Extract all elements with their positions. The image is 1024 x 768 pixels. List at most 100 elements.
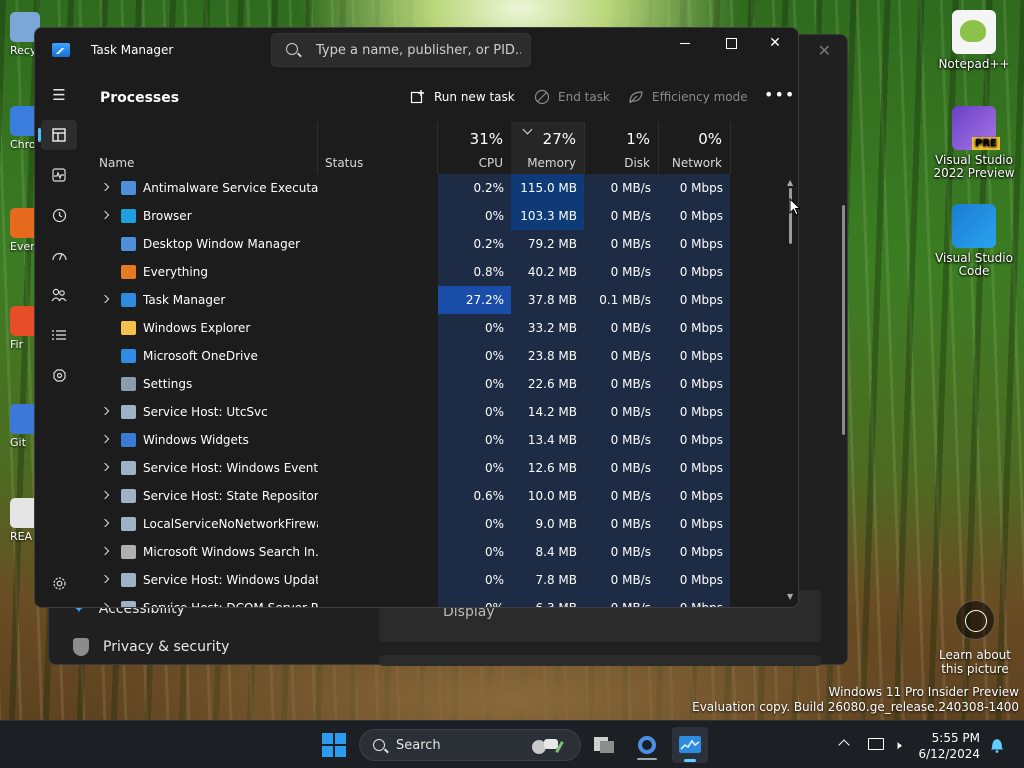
volume-muted-icon: 🕨	[894, 738, 902, 752]
table-row[interactable]: Service Host: UtcSvc 0% 14.2 MB 0 MB/s 0 Mbp…	[83, 398, 783, 426]
efficiency-mode-button[interactable]: Efficiency mode	[628, 89, 748, 105]
scrollbar-thumb[interactable]	[789, 188, 792, 244]
chevron-right-icon[interactable]	[100, 546, 110, 556]
learn-about-label: Learn about this picture	[939, 648, 1011, 676]
disk-value: 0 MB/s	[584, 314, 658, 342]
end-task-icon	[534, 89, 550, 105]
taskbar-search-label: Search	[396, 738, 441, 753]
table-scrollbar[interactable]: ▲ ▼	[787, 178, 793, 601]
chevron-right-icon[interactable]	[100, 182, 110, 192]
more-options-icon[interactable]: •••	[764, 87, 795, 103]
table-row[interactable]: Service Host: Windows Update 0% 7.8 MB 0 MB…	[83, 566, 783, 594]
minimize-button[interactable]	[662, 32, 708, 56]
network-value: 0 Mbps	[658, 230, 730, 258]
table-row[interactable]: Antimalware Service Executable 0.2% 115.0 …	[83, 174, 783, 202]
column-header-status[interactable]: Status	[317, 122, 437, 174]
nav-performance-icon[interactable]	[41, 160, 77, 190]
nav-processes-icon[interactable]	[38, 120, 77, 150]
end-task-button[interactable]: End task	[534, 89, 610, 105]
chevron-right-icon[interactable]	[100, 294, 110, 304]
start-button[interactable]	[322, 733, 346, 757]
table-row[interactable]: Settings 0% 22.6 MB 0 MB/s 0 Mbps	[83, 370, 783, 398]
cpu-value: 0%	[438, 314, 511, 342]
cpu-value: 0%	[438, 426, 511, 454]
close-button[interactable]: ✕	[752, 32, 798, 56]
taskbar-app-settings[interactable]	[629, 727, 665, 763]
nav-users-icon[interactable]	[41, 280, 77, 310]
learn-about-picture[interactable]: Learn about this picture	[930, 600, 1020, 676]
process-icon	[121, 433, 136, 447]
maximize-button[interactable]	[708, 32, 754, 56]
network-value: 0 Mbps	[658, 286, 730, 314]
table-row[interactable]: Windows Widgets 0% 13.4 MB 0 MB/s 0 Mbps	[83, 426, 783, 454]
chevron-right-icon[interactable]	[100, 518, 110, 528]
settings-close-icon[interactable]: ✕	[818, 41, 831, 60]
taskbar-app-task-view[interactable]	[586, 727, 622, 763]
table-row[interactable]: Browser 0% 103.3 MB 0 MB/s 0 Mbps	[83, 202, 783, 230]
desktop-icon-notepadpp[interactable]: Notepad++	[932, 10, 1016, 71]
search-input[interactable]	[316, 34, 521, 66]
clock-date: 6/12/2024	[918, 747, 980, 761]
chevron-right-icon[interactable]	[100, 602, 110, 607]
title-bar[interactable]: Task Manager ✕	[35, 28, 798, 74]
notepadpp-icon	[952, 10, 996, 54]
memory-total-percent: 27%	[542, 130, 576, 148]
table-row[interactable]: Everything 0.8% 40.2 MB 0 MB/s 0 Mbps	[83, 258, 783, 286]
process-icon	[121, 181, 136, 195]
nav-app-history-icon[interactable]	[41, 200, 77, 230]
column-divider[interactable]	[730, 122, 731, 174]
cpu-value: 0.2%	[438, 230, 511, 258]
chevron-right-icon[interactable]	[100, 490, 110, 500]
table-row[interactable]: Desktop Window Manager 0.2% 79.2 MB 0 MB/s 0…	[83, 230, 783, 258]
chevron-right-icon[interactable]	[100, 574, 110, 584]
efficiency-mode-label: Efficiency mode	[652, 90, 748, 104]
column-header-name[interactable]: Name	[91, 122, 317, 174]
table-row[interactable]: Service Host: DCOM Server Pr...0%6.3 MB0…	[83, 594, 783, 607]
nav-services-icon[interactable]	[41, 360, 77, 390]
run-new-task-button[interactable]: Run new task	[410, 89, 515, 105]
process-name: Microsoft OneDrive	[143, 349, 258, 363]
table-row[interactable]: Windows Explorer 0% 33.2 MB 0 MB/s 0 Mbps	[83, 314, 783, 342]
camera-icon	[955, 600, 995, 640]
settings-gear-icon[interactable]	[41, 568, 77, 598]
chevron-right-icon[interactable]	[100, 210, 110, 220]
disk-value: 0 MB/s	[584, 482, 658, 510]
network-value: 0 Mbps	[658, 510, 730, 538]
column-header-network[interactable]: 0% Network	[658, 122, 730, 174]
process-name: Task Manager	[143, 293, 226, 307]
system-clock[interactable]: 5:55 PM 6/12/2024	[918, 730, 980, 762]
taskbar-app-task-manager[interactable]	[672, 727, 708, 763]
desktop-icon-vscode[interactable]: Visual Studio Code	[932, 204, 1016, 278]
table-row[interactable]: Service Host: State Repository ... 0.6%10…	[83, 482, 783, 510]
search-highlight-icon	[530, 737, 570, 755]
desktop-icon-visual-studio-2022-preview[interactable]: PRE Visual Studio 2022 Preview	[932, 106, 1016, 180]
column-header-cpu[interactable]: 31% CPU	[438, 122, 511, 174]
table-row[interactable]: Service Host: Windows Event ... 0% 12.6 MB…	[83, 454, 783, 482]
settings-nav-privacy-security[interactable]: Privacy & security	[73, 638, 229, 656]
cpu-value: 0.8%	[438, 258, 511, 286]
table-row[interactable]: LocalServiceNoNetworkFirewa... 0% 9.0 MB 0 …	[83, 510, 783, 538]
nav-startup-apps-icon[interactable]	[41, 240, 77, 270]
taskbar-search[interactable]: Search	[359, 729, 581, 761]
chevron-right-icon[interactable]	[100, 462, 110, 472]
nav-details-icon[interactable]	[41, 320, 77, 350]
chevron-right-icon[interactable]	[100, 406, 110, 416]
scroll-up-icon[interactable]: ▲	[787, 178, 793, 187]
settings-scrollbar[interactable]	[842, 205, 845, 435]
process-icon	[121, 209, 136, 223]
windows-logo-icon	[322, 733, 333, 744]
cpu-value: 0%	[438, 538, 511, 566]
desktop-icon-label: Notepad++	[938, 57, 1010, 71]
search-box[interactable]	[271, 33, 531, 67]
task-manager-window: Task Manager ✕ ☰	[34, 27, 799, 608]
column-header-memory[interactable]: 27% Memory	[511, 122, 584, 174]
chevron-right-icon[interactable]	[100, 434, 110, 444]
memory-value: 8.4 MB	[511, 538, 584, 566]
hamburger-menu-icon[interactable]: ☰	[41, 80, 77, 110]
table-row[interactable]: Task Manager 27.2% 37.8 MB 0.1 MB/s 0 Mbps	[83, 286, 783, 314]
scroll-down-icon[interactable]: ▼	[787, 592, 793, 601]
column-header-disk[interactable]: 1% Disk	[584, 122, 658, 174]
network-value: 0 Mbps	[658, 538, 730, 566]
table-row[interactable]: Microsoft Windows Search In... 0% 8.4 MB 0 …	[83, 538, 783, 566]
table-row[interactable]: Microsoft OneDrive 0% 23.8 MB 0 MB/s 0 Mbps	[83, 342, 783, 370]
